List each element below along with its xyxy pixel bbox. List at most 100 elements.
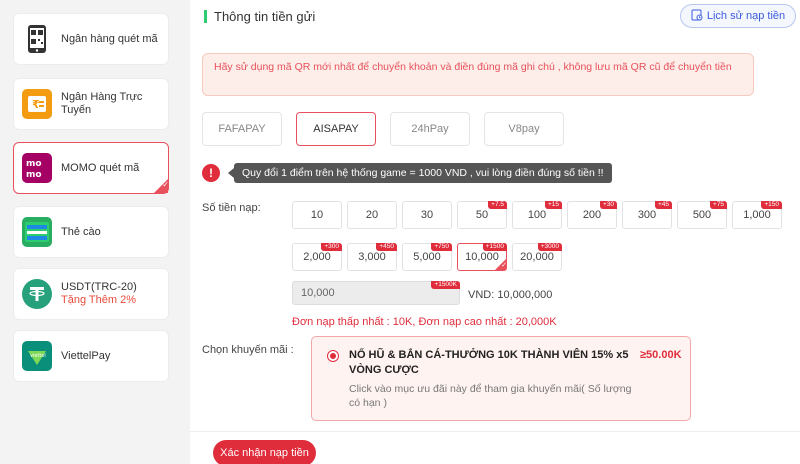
amount-value: 20,000 [520,251,554,263]
channel-list: FAFAPAY AISAPAY 24hPay V8pay [202,112,578,146]
amount-value: 2,000 [303,251,331,263]
amount-value: 300 [637,209,657,221]
deposit-limits: Đơn nạp thấp nhất : 10K, Đơn nạp cao nhấ… [292,316,557,328]
vnd-conversion: VND: 10,000,000 [468,289,553,301]
promo-description: Click vào mục ưu đãi này để tham gia khu… [349,383,632,409]
amount-option[interactable]: 500 +75 [677,201,727,229]
amount-value: 200 [582,209,602,221]
rate-info-tooltip: Quy đổi 1 điểm trên hệ thống game = 1000… [228,163,612,183]
deposit-history-label: Lịch sử nạp tiền [706,10,786,22]
amount-option[interactable]: 20,000 +3000 [512,243,562,271]
payment-method-viettelpay[interactable]: viettel ViettelPay [13,330,169,382]
amount-value: 10,000 [465,251,499,263]
bonus-badge: +7.5 [488,201,507,209]
svg-text:mo: mo [26,159,42,169]
amount-value: 30 [420,209,434,221]
payment-method-sidebar: Ngân hàng quét mã ₹ Ngân Hàng Trực Tuyến… [0,0,190,464]
qr-phone-icon [22,24,52,54]
bonus-badge: +30 [599,201,617,209]
confirm-deposit-button[interactable]: Xác nhận nạp tiền [213,440,316,464]
qr-notice: Hãy sử dụng mã QR mới nhất để chuyển kho… [202,53,754,96]
usdt-bonus-text: Tặng Thêm 2% [61,294,137,306]
amount-option[interactable]: 3,000 +450 [347,243,397,271]
payment-method-scratch-card[interactable]: Thẻ cào [13,206,169,258]
channel-aisapay[interactable]: AISAPAY [296,112,376,146]
momo-icon: mo mo [22,153,52,183]
bonus-badge: +750 [431,243,452,251]
svg-text:viettel: viettel [30,353,46,359]
bonus-badge: +150 [761,201,782,209]
svg-text:₹: ₹ [32,98,40,111]
bonus-badge: +3000 [537,243,562,251]
payment-method-label: ViettelPay [61,349,111,362]
viettelpay-icon: viettel [22,341,52,371]
deposit-history-button[interactable]: Lịch sử nạp tiền [680,4,796,28]
promo-amount: ≥50.00K [640,349,682,361]
bonus-badge: +45 [654,201,672,209]
amount-option[interactable]: 200 +30 [567,201,617,229]
amount-value: 1,000 [743,209,771,221]
amount-option[interactable]: 2,000 +300 [292,243,342,271]
max-label: Đơn nạp cao nhất : [418,316,513,328]
payment-method-label: Ngân hàng quét mã [61,32,158,45]
amount-value: 5,000 [413,251,441,263]
min-label: Đơn nạp thấp nhất : [292,316,390,328]
amount-option[interactable]: 300 +45 [622,201,672,229]
amount-value: 50 [475,209,489,221]
selected-check-icon [495,259,507,270]
payment-method-label: Ngân Hàng Trực Tuyến [61,91,143,116]
payment-method-online-bank[interactable]: ₹ Ngân Hàng Trực Tuyến [13,78,169,130]
tether-icon [22,279,52,309]
amount-option[interactable]: 5,000 +750 [402,243,452,271]
selected-check-icon [154,179,169,193]
min-value: 10K [392,316,413,328]
promo-label: Chọn khuyến mãi : [202,344,294,356]
amount-label: Số tiền nạp: [202,202,261,214]
amount-value: 3,000 [358,251,386,263]
warning-icon: ! [202,164,220,182]
payment-method-usdt[interactable]: USDT(TRC-20) Tặng Thêm 2% [13,268,169,320]
payment-method-label: Thẻ cào [61,225,101,238]
amount-option[interactable]: 30 [402,201,452,229]
input-bonus-badge: +1500K [431,281,460,289]
title-accent-bar [204,10,207,23]
channel-24hpay[interactable]: 24hPay [390,112,470,146]
promo-title: NỔ HŨ & BẮN CÁ-THƯỞNG 10K THÀNH VIÊN 15%… [349,349,629,376]
online-bank-icon: ₹ [22,89,52,119]
section-title: Thông tin tiền gửi [204,9,315,24]
channel-v8pay[interactable]: V8pay [484,112,564,146]
scratch-card-icon [22,217,52,247]
page-title: Thông tin tiền gửi [214,9,316,24]
bonus-badge: +75 [709,201,727,209]
payment-method-momo[interactable]: mo mo MOMO quét mã [13,142,169,194]
deposit-panel: Thông tin tiền gửi Lịch sử nạp tiền Hãy … [190,0,800,464]
amount-value: 20 [365,209,379,221]
divider [190,431,800,432]
bonus-badge: +450 [376,243,397,251]
amount-value: 500 [692,209,712,221]
rate-info-row: ! Quy đổi 1 điểm trên hệ thống game = 10… [202,163,612,183]
amount-value: 10 [310,209,324,221]
payment-method-label: MOMO quét mã [61,161,140,174]
channel-fafapay[interactable]: FAFAPAY [202,112,282,146]
bonus-badge: +15 [544,201,562,209]
amount-option-selected[interactable]: 10,000 +1500 [457,243,507,271]
history-icon [691,9,703,24]
payment-method-label: USDT(TRC-20) Tặng Thêm 2% [61,281,137,307]
amount-option[interactable]: 100 +15 [512,201,562,229]
payment-method-bank-qr[interactable]: Ngân hàng quét mã [13,13,169,65]
svg-text:mo: mo [26,170,42,180]
bonus-badge: +1500 [482,243,507,251]
bonus-badge: +300 [321,243,342,251]
amount-option[interactable]: 1,000 +150 [732,201,782,229]
promo-card[interactable]: NỔ HŨ & BẮN CÁ-THƯỞNG 10K THÀNH VIÊN 15%… [311,336,691,421]
max-value: 20,000K [515,316,557,328]
promo-radio[interactable] [327,350,339,362]
amount-option[interactable]: 10 [292,201,342,229]
amount-input-value: 10,000 [301,287,335,299]
amount-option[interactable]: 50 +7.5 [457,201,507,229]
amount-value: 100 [527,209,547,221]
amount-input[interactable]: 10,000 +1500K [292,281,460,305]
amount-option[interactable]: 20 [347,201,397,229]
usdt-label: USDT(TRC-20) [61,281,137,293]
